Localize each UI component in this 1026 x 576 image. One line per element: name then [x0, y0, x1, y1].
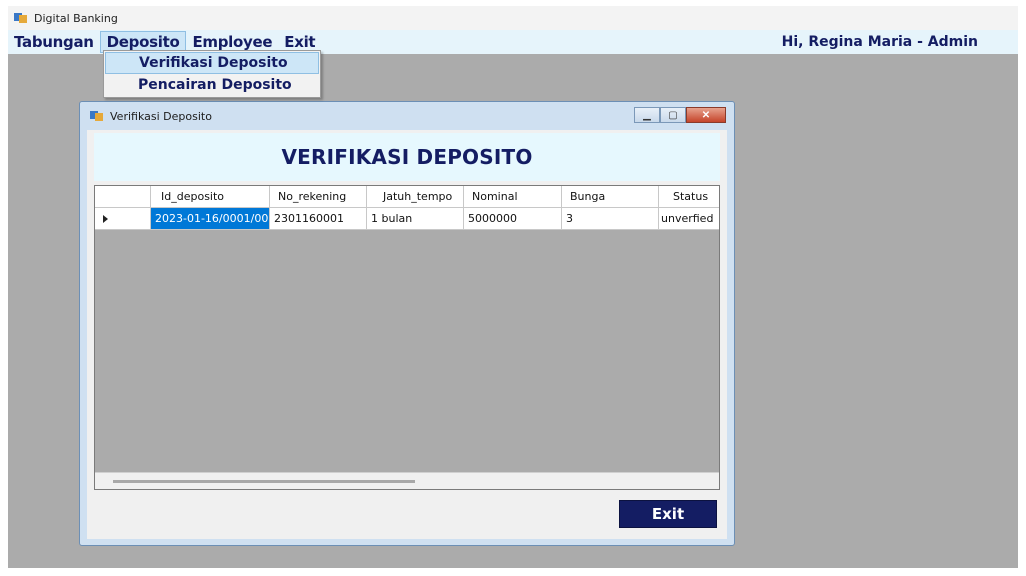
minimize-icon[interactable]: ▁	[634, 107, 660, 123]
scrollbar-thumb[interactable]	[113, 480, 415, 483]
cell-nominal[interactable]: 5000000	[464, 208, 562, 230]
window-icon	[90, 110, 104, 122]
heading-panel: VERIFIKASI DEPOSITO	[94, 133, 720, 181]
child-client-area: VERIFIKASI DEPOSITO Id_deposito No_reken…	[87, 130, 727, 539]
deposito-datagrid[interactable]: Id_deposito No_rekening Jatuh_tempo Nomi…	[94, 185, 720, 490]
row-header-corner	[95, 186, 151, 208]
menu-item-verifikasi-deposito[interactable]: Verifikasi Deposito	[105, 52, 319, 74]
cell-bunga[interactable]: 3	[562, 208, 659, 230]
horizontal-scrollbar[interactable]	[95, 472, 719, 489]
current-row-icon	[103, 215, 108, 223]
app-icon	[14, 12, 28, 24]
column-header-bunga[interactable]: Bunga	[562, 186, 659, 208]
menu-tabungan[interactable]: Tabungan	[8, 31, 100, 53]
column-header-no-rekening[interactable]: No_rekening	[270, 186, 367, 208]
menu-item-pencairan-deposito[interactable]: Pencairan Deposito	[105, 74, 319, 96]
grid-header-row: Id_deposito No_rekening Jatuh_tempo Nomi…	[95, 186, 719, 208]
deposito-dropdown: Verifikasi Deposito Pencairan Deposito	[103, 50, 321, 98]
cell-status[interactable]: unverfied	[659, 208, 719, 230]
cell-no-rekening[interactable]: 2301160001	[270, 208, 367, 230]
user-greeting: Hi, Regina Maria - Admin	[781, 34, 978, 50]
app-title: Digital Banking	[34, 11, 118, 25]
row-header[interactable]	[95, 208, 151, 230]
column-header-nominal[interactable]: Nominal	[464, 186, 562, 208]
cell-jatuh-tempo[interactable]: 1 bulan	[367, 208, 464, 230]
verifikasi-deposito-window: Verifikasi Deposito ▁ ▢ ✕ VERIFIKASI DEP…	[79, 101, 735, 546]
column-header-status[interactable]: Status	[659, 186, 719, 208]
cell-id-deposito[interactable]: 2023-01-16/0001/0003	[151, 208, 270, 230]
app-titlebar: Digital Banking	[8, 6, 1018, 30]
exit-button[interactable]: Exit	[619, 500, 717, 528]
close-icon[interactable]: ✕	[686, 107, 726, 123]
column-header-jatuh-tempo[interactable]: Jatuh_tempo	[367, 186, 464, 208]
child-window-title: Verifikasi Deposito	[110, 109, 212, 123]
maximize-icon[interactable]: ▢	[660, 107, 686, 123]
page-title: VERIFIKASI DEPOSITO	[281, 145, 533, 169]
child-titlebar[interactable]: Verifikasi Deposito ▁ ▢ ✕	[80, 102, 734, 130]
column-header-id-deposito[interactable]: Id_deposito	[151, 186, 270, 208]
table-row[interactable]: 2023-01-16/0001/0003 2301160001 1 bulan …	[95, 208, 719, 230]
